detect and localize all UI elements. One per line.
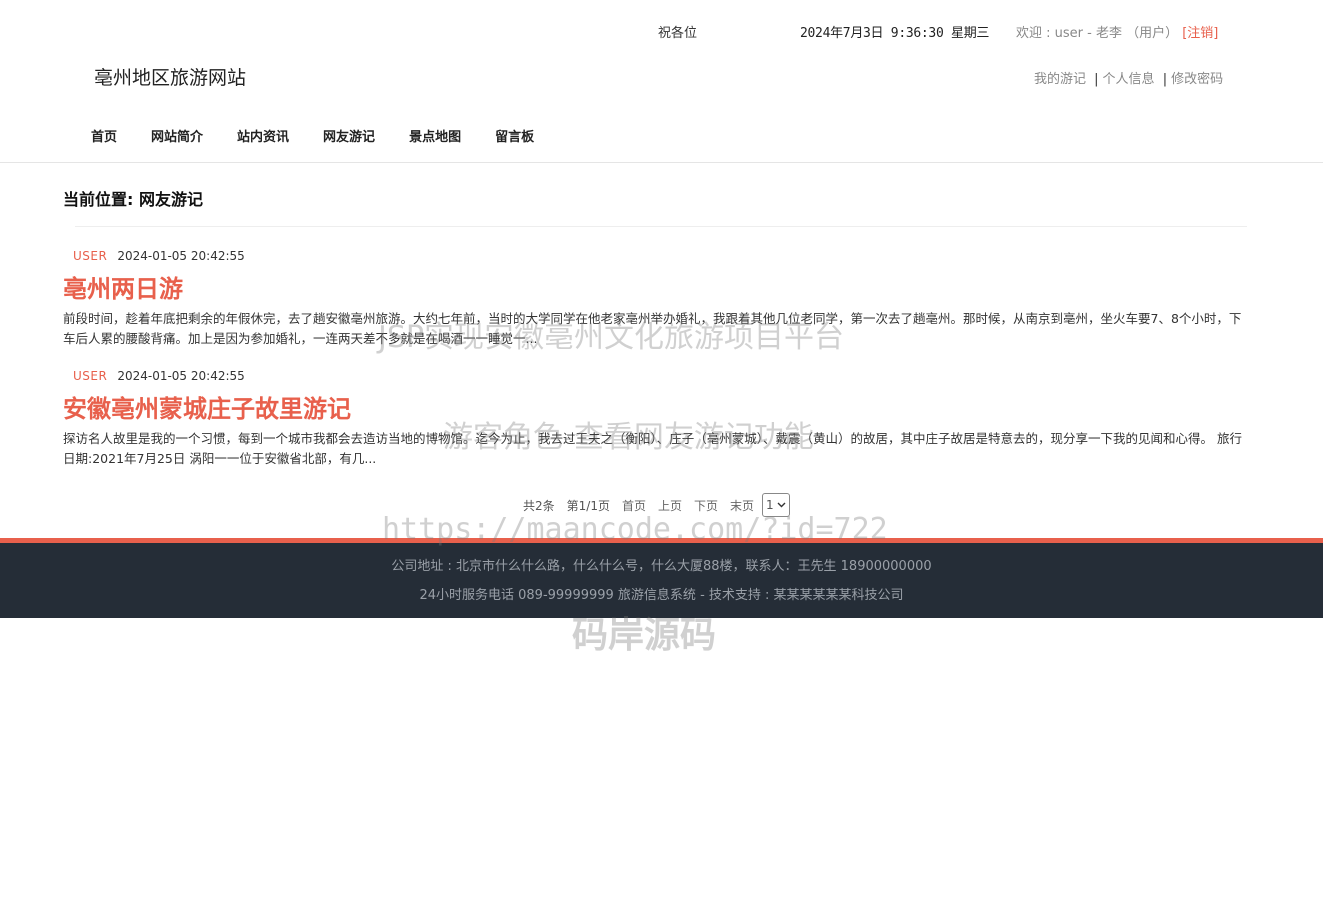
top-bar: 祝各位 2024年7月3日 9:36:30 星期三 欢迎 : user - 老李… — [0, 0, 1323, 60]
breadcrumb: 当前位置: 网友游记 — [63, 190, 203, 209]
page-select-value: 1 — [766, 498, 774, 512]
total-count: 共2条 — [523, 498, 555, 513]
marquee-notice: 祝各位 — [658, 26, 698, 41]
post-author: USER — [73, 369, 108, 383]
page-select[interactable]: 1 — [762, 493, 791, 517]
footer-service: 24小时服务电话 089-99999999 旅游信息系统 - 技术支持 : 某某… — [419, 588, 904, 603]
welcome-area: 欢迎 : user - 老李 （用户） [注销] — [1016, 22, 1218, 41]
welcome-text: 欢迎 : user - 老李 （用户） — [1016, 26, 1179, 41]
prev-page-link[interactable]: 上页 — [658, 497, 682, 514]
change-password-link[interactable]: 修改密码 — [1171, 72, 1223, 87]
post-title[interactable]: 安徽亳州蒙城庄子故里游记 — [63, 393, 1243, 425]
nav-item-home[interactable]: 首页 — [74, 124, 134, 148]
pagination: 共2条 第1/1页 首页 上页 下页 末页 1 — [523, 491, 791, 519]
profile-link[interactable]: 个人信息 — [1103, 72, 1155, 87]
header-divider — [0, 162, 1323, 163]
separator: | — [1162, 72, 1168, 87]
chevron-down-icon — [777, 502, 786, 508]
breadcrumb-divider — [75, 226, 1247, 227]
list-item: USER 2024-01-05 20:42:55 安徽亳州蒙城庄子故里游记 探访名… — [63, 369, 1243, 469]
post-excerpt: 探访名人故里是我的一个习惯，每到一个城市我都会去造访当地的博物馆。迄今为止，我去… — [63, 431, 1242, 466]
separator: | — [1094, 72, 1099, 87]
post-author: USER — [73, 249, 108, 263]
post-title[interactable]: 亳州两日游 — [63, 273, 1243, 305]
user-links: 我的游记 | 个人信息 | 修改密码 — [1034, 68, 1223, 87]
footer: 公司地址 : 北京市什么什么路，什么什么号，什么大厦88楼，联系人：王先生 18… — [0, 543, 1323, 618]
footer-address: 公司地址 : 北京市什么什么路，什么什么号，什么大厦88楼，联系人：王先生 18… — [391, 559, 932, 574]
nav-item-guestbook[interactable]: 留言板 — [478, 124, 551, 148]
logout-link[interactable]: [注销] — [1182, 26, 1218, 41]
first-page-link[interactable]: 首页 — [622, 497, 646, 514]
nav-item-travel-notes[interactable]: 网友游记 — [306, 124, 392, 148]
nav-item-news[interactable]: 站内资讯 — [220, 124, 306, 148]
current-datetime: 2024年7月3日 9:36:30 星期三 — [800, 26, 990, 41]
list-item: USER 2024-01-05 20:42:55 亳州两日游 前段时间，趁着年底把… — [63, 249, 1243, 349]
main-nav: 首页 网站简介 站内资讯 网友游记 景点地图 留言板 — [74, 124, 551, 148]
next-page-link[interactable]: 下页 — [694, 497, 718, 514]
nav-item-about[interactable]: 网站简介 — [134, 124, 220, 148]
post-date: 2024-01-05 20:42:55 — [117, 369, 245, 383]
post-excerpt: 前段时间，趁着年底把剩余的年假休完，去了趟安徽亳州旅游。大约七年前，当时的大学同… — [63, 311, 1242, 346]
post-meta: USER 2024-01-05 20:42:55 — [63, 249, 1243, 267]
my-travel-notes-link[interactable]: 我的游记 — [1034, 72, 1086, 87]
site-title: 亳州地区旅游网站 — [94, 67, 247, 89]
nav-item-map[interactable]: 景点地图 — [392, 124, 478, 148]
last-page-link[interactable]: 末页 — [730, 497, 754, 514]
post-meta: USER 2024-01-05 20:42:55 — [63, 369, 1243, 387]
post-date: 2024-01-05 20:42:55 — [117, 249, 245, 263]
page-info: 第1/1页 — [566, 498, 610, 513]
